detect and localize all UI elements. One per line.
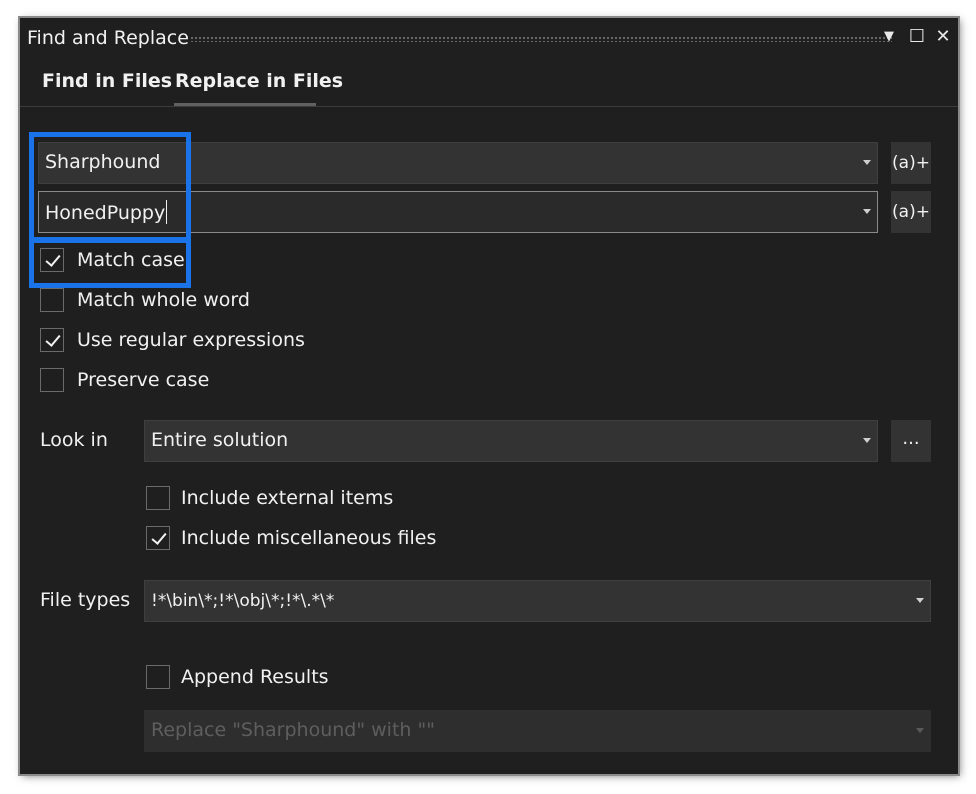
use-regular-expressions-checkbox[interactable] bbox=[40, 328, 64, 352]
find-input[interactable]: Sharphound bbox=[38, 142, 878, 184]
checkmark-icon bbox=[45, 331, 61, 347]
close-icon[interactable]: ✕ bbox=[932, 26, 954, 48]
chevron-down-icon bbox=[863, 438, 871, 443]
maximize-icon[interactable]: ☐ bbox=[906, 26, 928, 48]
include-miscellaneous-files-label[interactable]: Include miscellaneous files bbox=[181, 527, 436, 549]
match-whole-word-checkbox[interactable] bbox=[40, 288, 64, 312]
tab-find-in-files[interactable]: Find in Files bbox=[42, 70, 172, 92]
use-regular-expressions-label[interactable]: Use regular expressions bbox=[77, 329, 305, 351]
tab-strip: Find in Files Replace in Files bbox=[20, 58, 958, 107]
replace-input-value: HonedPuppy bbox=[45, 202, 166, 224]
include-external-items-checkbox[interactable] bbox=[146, 486, 170, 510]
append-results-checkbox[interactable] bbox=[146, 665, 170, 689]
append-results-label[interactable]: Append Results bbox=[181, 666, 329, 688]
chevron-down-icon bbox=[916, 728, 924, 733]
find-replace-window: Find and Replace ▼ ☐ ✕ Find in Files Rep… bbox=[20, 18, 958, 774]
replace-input-text: HonedPuppy bbox=[45, 200, 168, 224]
preserve-case-checkbox[interactable] bbox=[40, 368, 64, 392]
look-in-label: Look in bbox=[40, 429, 108, 451]
results-window-value: Replace "Sharphound" with "" bbox=[151, 719, 435, 741]
replace-regex-builder-button[interactable]: (a)+ bbox=[891, 191, 931, 233]
match-whole-word-label[interactable]: Match whole word bbox=[77, 289, 250, 311]
include-miscellaneous-files-checkbox[interactable] bbox=[146, 526, 170, 550]
file-types-value: !*\bin\*;!*\obj\*;!*\.*\* bbox=[151, 591, 335, 611]
window-menu-dropdown-icon[interactable]: ▼ bbox=[878, 26, 900, 48]
tab-replace-in-files[interactable]: Replace in Files bbox=[175, 70, 343, 92]
match-case-checkbox[interactable] bbox=[40, 248, 64, 272]
drag-grip[interactable] bbox=[190, 36, 892, 42]
preserve-case-label[interactable]: Preserve case bbox=[77, 369, 209, 391]
find-history-dropdown-icon[interactable] bbox=[863, 160, 871, 165]
results-window-select: Replace "Sharphound" with "" bbox=[144, 710, 931, 752]
browse-folders-button[interactable]: ... bbox=[891, 420, 931, 462]
include-external-items-label[interactable]: Include external items bbox=[181, 487, 393, 509]
checkmark-icon bbox=[151, 529, 167, 545]
active-tab-indicator bbox=[174, 103, 316, 106]
file-types-label: File types bbox=[40, 589, 131, 611]
replace-history-dropdown-icon[interactable] bbox=[863, 209, 871, 214]
look-in-value: Entire solution bbox=[151, 429, 289, 451]
match-case-label[interactable]: Match case bbox=[77, 249, 185, 271]
checkmark-icon bbox=[45, 251, 61, 267]
replace-input[interactable]: HonedPuppy bbox=[38, 191, 878, 233]
look-in-select[interactable]: Entire solution bbox=[144, 420, 878, 462]
file-types-dropdown-icon[interactable] bbox=[916, 598, 924, 603]
find-input-value: Sharphound bbox=[45, 151, 161, 173]
text-caret bbox=[166, 200, 168, 224]
find-regex-builder-button[interactable]: (a)+ bbox=[891, 142, 931, 184]
window-title: Find and Replace bbox=[27, 27, 189, 49]
file-types-input[interactable]: !*\bin\*;!*\obj\*;!*\.*\* bbox=[144, 580, 931, 622]
title-bar[interactable]: Find and Replace ▼ ☐ ✕ bbox=[20, 18, 958, 58]
